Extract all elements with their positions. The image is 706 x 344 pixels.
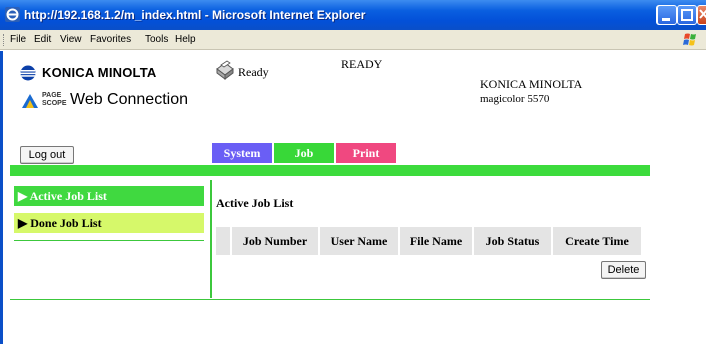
window-title: http://192.168.1.2/m_index.html - Micros… <box>24 8 366 22</box>
column-header-file-name[interactable]: File Name <box>398 227 472 255</box>
page-content: KONICA MINOLTA PAGE SCOPE Web Connection… <box>0 51 706 344</box>
toolbar-grip[interactable] <box>3 34 5 46</box>
windows-logo-icon <box>680 31 702 49</box>
close-button[interactable] <box>697 5 706 25</box>
menu-file[interactable]: File <box>10 34 26 45</box>
model-name: magicolor 5570 <box>480 93 550 105</box>
column-header-create-time[interactable]: Create Time <box>551 227 641 255</box>
pagescope-icon <box>22 94 38 108</box>
printer-status-small: Ready <box>238 65 269 79</box>
minimize-icon <box>662 18 670 21</box>
brand-name: KONICA MINOLTA <box>42 65 157 80</box>
menu-help[interactable]: Help <box>175 34 196 45</box>
sidebar-vertical-divider <box>210 180 212 298</box>
pagescope-small-text: PAGE SCOPE <box>42 92 67 108</box>
maximize-button[interactable] <box>677 5 697 25</box>
model-maker: KONICA MINOLTA <box>480 77 583 91</box>
sidebar-item-done-job-list[interactable]: ▶ Done Job List <box>14 213 204 233</box>
column-header-job-status[interactable]: Job Status <box>472 227 551 255</box>
job-table-header: Job Number User Name File Name Job Statu… <box>216 227 641 255</box>
menu-favorites[interactable]: Favorites <box>90 34 131 45</box>
window-title-bar[interactable]: http://192.168.1.2/m_index.html - Micros… <box>0 0 706 30</box>
pagescope-small-line1: PAGE <box>42 92 62 99</box>
pagescope-label: Web Connection <box>70 91 188 108</box>
logout-button[interactable]: Log out <box>20 146 74 164</box>
content-bottom-divider <box>10 299 650 300</box>
menu-tools[interactable]: Tools <box>145 34 168 45</box>
tab-job[interactable]: Job <box>274 143 334 163</box>
menu-edit[interactable]: Edit <box>34 34 51 45</box>
menu-view[interactable]: View <box>60 34 82 45</box>
internet-explorer-icon <box>5 7 20 22</box>
tab-system[interactable]: System <box>212 143 272 163</box>
sidebar-divider <box>14 240 204 241</box>
sidebar-item-active-job-list[interactable]: ▶ Active Job List <box>14 186 204 206</box>
menu-bar: File Edit View Favorites Tools Help <box>0 30 706 50</box>
pagescope-small-line2: SCOPE <box>42 100 67 107</box>
column-header-user-name[interactable]: User Name <box>318 227 398 255</box>
minimize-button-control[interactable] <box>657 5 677 25</box>
delete-button[interactable]: Delete <box>601 261 646 279</box>
maximize-icon <box>681 9 693 21</box>
printer-icon <box>216 60 234 80</box>
printer-status-big: READY <box>341 57 383 71</box>
page-title: Active Job List <box>216 196 294 210</box>
header-divider-bar <box>10 165 650 176</box>
konica-minolta-globe-icon <box>20 65 36 81</box>
close-icon <box>699 9 706 19</box>
column-header-job-number[interactable]: Job Number <box>230 227 318 255</box>
tab-print[interactable]: Print <box>336 143 396 163</box>
window-left-border <box>0 51 3 344</box>
select-column-header <box>216 227 230 255</box>
